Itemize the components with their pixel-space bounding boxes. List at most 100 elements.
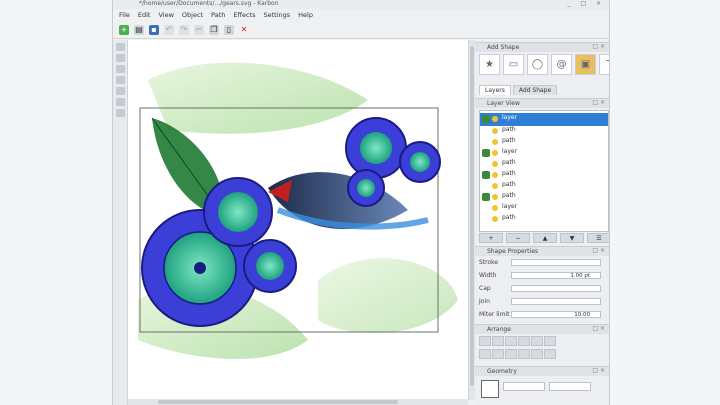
lower-layer-icon[interactable]: ▼ — [560, 233, 584, 243]
ungroup-icon[interactable] — [544, 349, 556, 359]
zoom-tool-icon[interactable] — [115, 109, 125, 117]
stroke-field[interactable] — [511, 259, 601, 266]
visibility-icon[interactable] — [492, 150, 498, 156]
paste-icon[interactable]: ▯ — [224, 24, 234, 35]
menu-help[interactable]: Help — [298, 11, 313, 19]
dock-tabs: Layers Add Shape — [479, 85, 558, 95]
menu-path[interactable]: Path — [211, 11, 225, 19]
visibility-icon[interactable] — [492, 116, 498, 122]
vertical-scroll-thumb[interactable] — [470, 46, 474, 386]
pencil-tool-icon[interactable] — [115, 65, 125, 73]
visibility-icon[interactable] — [492, 161, 498, 167]
add-layer-icon[interactable]: + — [479, 233, 503, 243]
align-center-icon[interactable] — [492, 336, 504, 346]
star-shape-icon[interactable]: ★ — [479, 54, 500, 75]
lower-icon[interactable] — [505, 349, 517, 359]
layer-menu-icon[interactable]: ☰ — [587, 233, 609, 243]
horizontal-scrollbar[interactable] — [128, 399, 468, 405]
join-field[interactable] — [511, 298, 601, 305]
right-dock: Add Shape □ × ★ ▭ ◯ @ ▣ T Layers Add Sha… — [475, 40, 609, 405]
send-back-icon[interactable] — [518, 349, 530, 359]
shape-properties-header: Shape Properties □ × — [475, 246, 609, 256]
arrange-header: Arrange □ × — [475, 324, 609, 334]
geometry-x-field[interactable] — [503, 382, 545, 391]
panel-close-icon[interactable]: □ × — [592, 325, 605, 332]
image-shape-icon[interactable]: ▣ — [575, 54, 596, 75]
prop-stroke-row: Stroke — [479, 258, 605, 268]
prop-join-row: Join — [479, 297, 605, 307]
width-field[interactable]: 1.00 pt — [511, 272, 601, 279]
visibility-icon[interactable] — [492, 172, 498, 178]
new-icon[interactable]: + — [119, 24, 129, 35]
gear-top-right — [345, 117, 441, 207]
tab-add-shape[interactable]: Add Shape — [512, 85, 558, 95]
drawing-canvas[interactable] — [128, 40, 468, 400]
text-shape-icon[interactable]: T — [599, 54, 609, 75]
panel-close-icon[interactable]: □ × — [592, 247, 605, 254]
panel-close-icon[interactable]: □ × — [592, 43, 605, 50]
panel-close-icon[interactable]: □ × — [592, 367, 605, 374]
window-title: */home/user/Documents/.../gears.svg - Ka… — [139, 0, 279, 7]
align-left-icon[interactable] — [479, 336, 491, 346]
menu-view[interactable]: View — [158, 11, 173, 19]
app-window: */home/user/Documents/.../gears.svg - Ka… — [112, 0, 610, 405]
align-bottom-icon[interactable] — [544, 336, 556, 346]
visibility-icon[interactable] — [492, 194, 498, 200]
bring-front-icon[interactable] — [479, 349, 491, 359]
vertical-scrollbar[interactable] — [468, 40, 475, 400]
visibility-icon[interactable] — [492, 183, 498, 189]
group-icon[interactable] — [531, 349, 543, 359]
horizontal-scroll-thumb[interactable] — [158, 400, 398, 404]
arrange-buttons — [479, 336, 556, 359]
undo-icon[interactable]: ↶ — [164, 24, 174, 35]
layer-list[interactable]: layer path path layer path path path pat… — [479, 110, 609, 232]
main-toolbar: + ▤ ▪ ↶ ↷ ✂ ❐ ▯ ✕ — [113, 21, 609, 39]
remove-layer-icon[interactable]: − — [506, 233, 530, 243]
shape-icons-row: ★ ▭ ◯ @ ▣ T — [479, 54, 609, 75]
spiral-shape-icon[interactable]: @ — [551, 54, 572, 75]
visibility-icon[interactable] — [492, 205, 498, 211]
layer-thumb-icon — [482, 115, 490, 123]
menu-edit[interactable]: Edit — [138, 11, 151, 19]
cap-field[interactable] — [511, 285, 601, 292]
ellipse-shape-icon[interactable]: ◯ — [527, 54, 548, 75]
align-right-icon[interactable] — [505, 336, 517, 346]
menu-object[interactable]: Object — [182, 11, 203, 19]
gradient-tool-icon[interactable] — [115, 98, 125, 106]
open-icon[interactable]: ▤ — [134, 24, 144, 35]
align-middle-icon[interactable] — [531, 336, 543, 346]
visibility-icon[interactable] — [492, 216, 498, 222]
window-controls[interactable]: _ □ × — [567, 0, 605, 7]
background-leaf — [148, 62, 368, 134]
prop-cap-row: Cap — [479, 284, 605, 294]
layer-row[interactable]: path — [480, 213, 608, 226]
align-top-icon[interactable] — [518, 336, 530, 346]
raise-icon[interactable] — [492, 349, 504, 359]
redo-icon[interactable]: ↷ — [179, 24, 189, 35]
tab-layers[interactable]: Layers — [479, 85, 511, 95]
menu-file[interactable]: File — [119, 11, 130, 19]
cut-icon[interactable]: ✂ — [194, 24, 204, 35]
raise-layer-icon[interactable]: ▲ — [533, 233, 557, 243]
layer-buttons: + − ▲ ▼ ☰ — [479, 233, 609, 243]
miter-field[interactable]: 10.00 — [511, 311, 601, 318]
shape-tool-icon[interactable] — [115, 76, 125, 84]
select-tool-icon[interactable] — [115, 43, 125, 51]
layer-view-header: Layer View □ × — [475, 98, 609, 108]
text-tool-icon[interactable] — [115, 87, 125, 95]
panel-close-icon[interactable]: □ × — [592, 99, 605, 106]
geometry-anchor-widget[interactable] — [481, 380, 499, 398]
menu-settings[interactable]: Settings — [263, 11, 290, 19]
visibility-icon[interactable] — [492, 128, 498, 134]
visibility-icon[interactable] — [492, 139, 498, 145]
copy-icon[interactable]: ❐ — [209, 24, 219, 35]
path-tool-icon[interactable] — [115, 54, 125, 62]
menu-effects[interactable]: Effects — [233, 11, 255, 19]
geometry-y-field[interactable] — [549, 382, 591, 391]
geometry-header: Geometry □ × — [475, 366, 609, 376]
rect-shape-icon[interactable]: ▭ — [503, 54, 524, 75]
delete-icon[interactable]: ✕ — [239, 25, 249, 35]
layer-thumb-icon — [482, 171, 490, 179]
save-icon[interactable]: ▪ — [149, 24, 159, 35]
add-shape-panel-header: Add Shape □ × — [475, 42, 609, 52]
